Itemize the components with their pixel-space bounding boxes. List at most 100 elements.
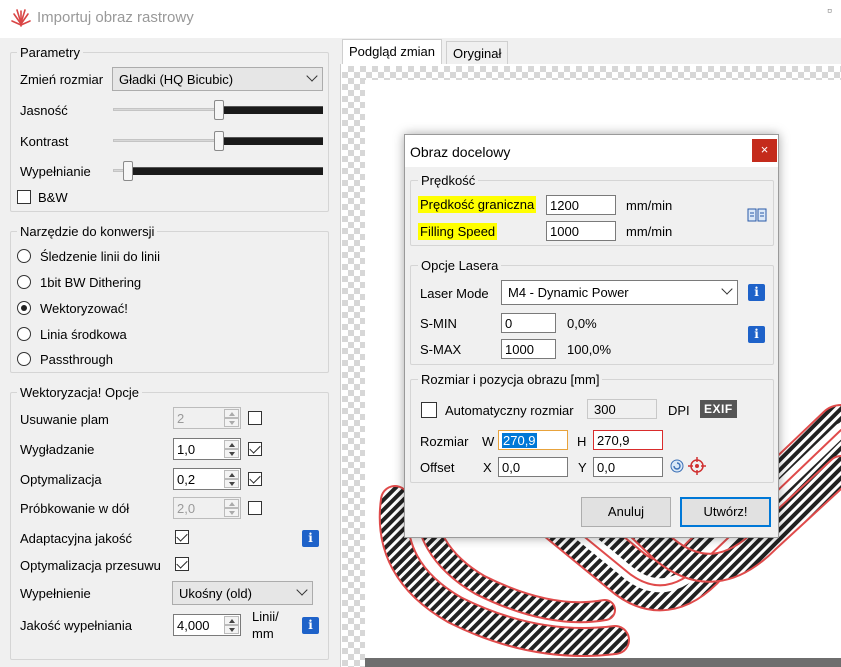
resize-combo[interactable]: Gładki (HQ Bicubic) (112, 67, 323, 91)
radio-vectorize[interactable] (17, 301, 31, 315)
resize-value: Gładki (HQ Bicubic) (119, 72, 234, 87)
brightness-track-left (113, 108, 219, 111)
radio-centerline[interactable] (17, 327, 31, 341)
spin-up-icon[interactable] (224, 409, 239, 418)
brightness-slider[interactable] (214, 100, 224, 120)
cancel-button[interactable]: Anuluj (581, 497, 671, 527)
fill-quality-info-icon[interactable]: i (302, 617, 319, 634)
target-image-dialog: Obraz docelowy × Prędkość Prędkość grani… (404, 134, 779, 538)
optimization-checkbox[interactable] (248, 472, 262, 486)
shift-opt-checkbox[interactable] (175, 557, 189, 571)
spin-up-icon[interactable] (224, 470, 239, 479)
speed-unit: mm/min (626, 198, 673, 213)
offset-y-input[interactable]: 0,0 (593, 457, 663, 477)
vector-fill-label: Wypełnienie (20, 586, 91, 601)
chevron-down-icon (296, 584, 308, 596)
vector-fill-value: Ukośny (old) (179, 586, 252, 601)
smin-label: S-MIN (420, 316, 457, 331)
exif-button[interactable]: EXIF (700, 400, 737, 418)
vector-fill-combo[interactable]: Ukośny (old) (172, 581, 313, 605)
y-label: Y (578, 460, 587, 475)
border-speed-input[interactable]: 1200 (546, 195, 616, 215)
smoothing-checkbox[interactable] (248, 442, 262, 456)
dialog-title: Obraz docelowy (410, 144, 511, 160)
x-label: X (483, 460, 492, 475)
spot-removal-label: Usuwanie plam (20, 412, 109, 427)
fill-slider[interactable] (123, 161, 133, 181)
radio-passthrough[interactable] (17, 352, 31, 366)
adaptive-checkbox[interactable] (175, 530, 189, 544)
center-target-icon[interactable] (688, 457, 706, 475)
smax-percent: 100,0% (567, 342, 612, 357)
downsample-spinner[interactable]: 2,0 (173, 497, 241, 519)
offset-label: Offset (420, 460, 455, 475)
spin-down-icon[interactable] (224, 508, 239, 517)
speed-legend: Prędkość (418, 173, 479, 188)
fill-quality-unit: mm (252, 626, 274, 641)
offset-x-input[interactable]: 0,0 (498, 457, 568, 477)
laser-legend: Opcje Lasera (418, 258, 502, 273)
smin-input[interactable]: 0 (501, 313, 556, 333)
filling-speed-input[interactable]: 1000 (546, 221, 616, 241)
bw-checkbox[interactable] (17, 190, 31, 204)
radio-label: Śledzenie linii do linii (40, 249, 160, 264)
chevron-down-icon (721, 283, 733, 295)
dpi-input[interactable]: 300 (587, 399, 657, 419)
laser-power-info-icon[interactable]: i (748, 326, 765, 343)
tab-original[interactable]: Oryginał (446, 41, 509, 65)
spin-up-icon[interactable] (224, 499, 239, 508)
spin-down-icon[interactable] (224, 449, 239, 458)
radio-dithering[interactable] (17, 275, 31, 289)
dialog-title-bar: Obraz docelowy × (405, 135, 778, 167)
create-button[interactable]: Utwórz! (680, 497, 771, 527)
spin-down-icon[interactable] (224, 625, 239, 634)
adaptive-label: Adaptacyjna jakość (20, 531, 133, 546)
spot-removal-spinner[interactable]: 2 (173, 407, 241, 429)
spin-down-icon[interactable] (224, 479, 239, 488)
h-label: H (577, 434, 587, 449)
vector-legend: Wektoryzacja! Opcje (17, 385, 142, 400)
optimization-label: Optymalizacja (20, 472, 102, 487)
tool-legend: Narzędzie do konwersji (17, 224, 158, 239)
downsample-checkbox[interactable] (248, 501, 262, 515)
app-logo-icon (11, 9, 31, 27)
fill-quality-spinner[interactable]: 4,000 (173, 614, 241, 636)
fill-quality-value: 4,000 (177, 618, 210, 633)
optimization-spinner[interactable]: 0,2 (173, 468, 241, 490)
adaptive-info-icon[interactable]: i (302, 530, 319, 547)
auto-size-label: Automatyczny rozmiar (445, 403, 574, 418)
laser-mode-combo[interactable]: M4 - Dynamic Power (501, 280, 738, 305)
window-controls[interactable]: ▫ (827, 2, 832, 18)
fill-quality-label: Jakość wypełniania (20, 618, 133, 633)
spin-down-icon[interactable] (224, 418, 239, 427)
auto-size-checkbox[interactable] (421, 402, 437, 418)
tab-preview[interactable]: Podgląd zmian (342, 39, 442, 66)
optimization-value: 0,2 (177, 472, 196, 487)
close-icon[interactable]: × (752, 139, 777, 162)
brightness-label: Jasność (20, 103, 68, 118)
radio-line-to-line[interactable] (17, 249, 31, 263)
spot-removal-value: 2 (177, 411, 185, 426)
spot-removal-checkbox[interactable] (248, 411, 262, 425)
smin-percent: 0,0% (567, 316, 597, 331)
filling-speed-label: Filling Speed (418, 223, 498, 240)
chevron-down-icon (306, 70, 318, 82)
reset-position-icon[interactable] (669, 458, 685, 474)
smax-input[interactable]: 1000 (501, 339, 556, 359)
dpi-label: DPI (668, 403, 690, 418)
laser-mode-info-icon[interactable]: i (748, 284, 765, 301)
smoothing-spinner[interactable]: 1,0 (173, 438, 241, 460)
size-label: Rozmiar (420, 434, 469, 449)
height-input[interactable]: 270,9 (593, 430, 663, 450)
width-input[interactable]: 270,9 (498, 430, 568, 450)
fill-quality-unit: Linii/ (252, 609, 279, 624)
shift-opt-label: Optymalizacja przesuwu (20, 558, 161, 573)
book-icon[interactable] (747, 207, 767, 223)
contrast-track-right (219, 137, 323, 145)
radio-label: Wektoryzować! (40, 301, 128, 316)
laser-mode-label: Laser Mode (420, 286, 489, 301)
contrast-slider[interactable] (214, 131, 224, 151)
spin-up-icon[interactable] (224, 616, 239, 625)
fill-label: Wypełnianie (20, 164, 91, 179)
spin-up-icon[interactable] (224, 440, 239, 449)
